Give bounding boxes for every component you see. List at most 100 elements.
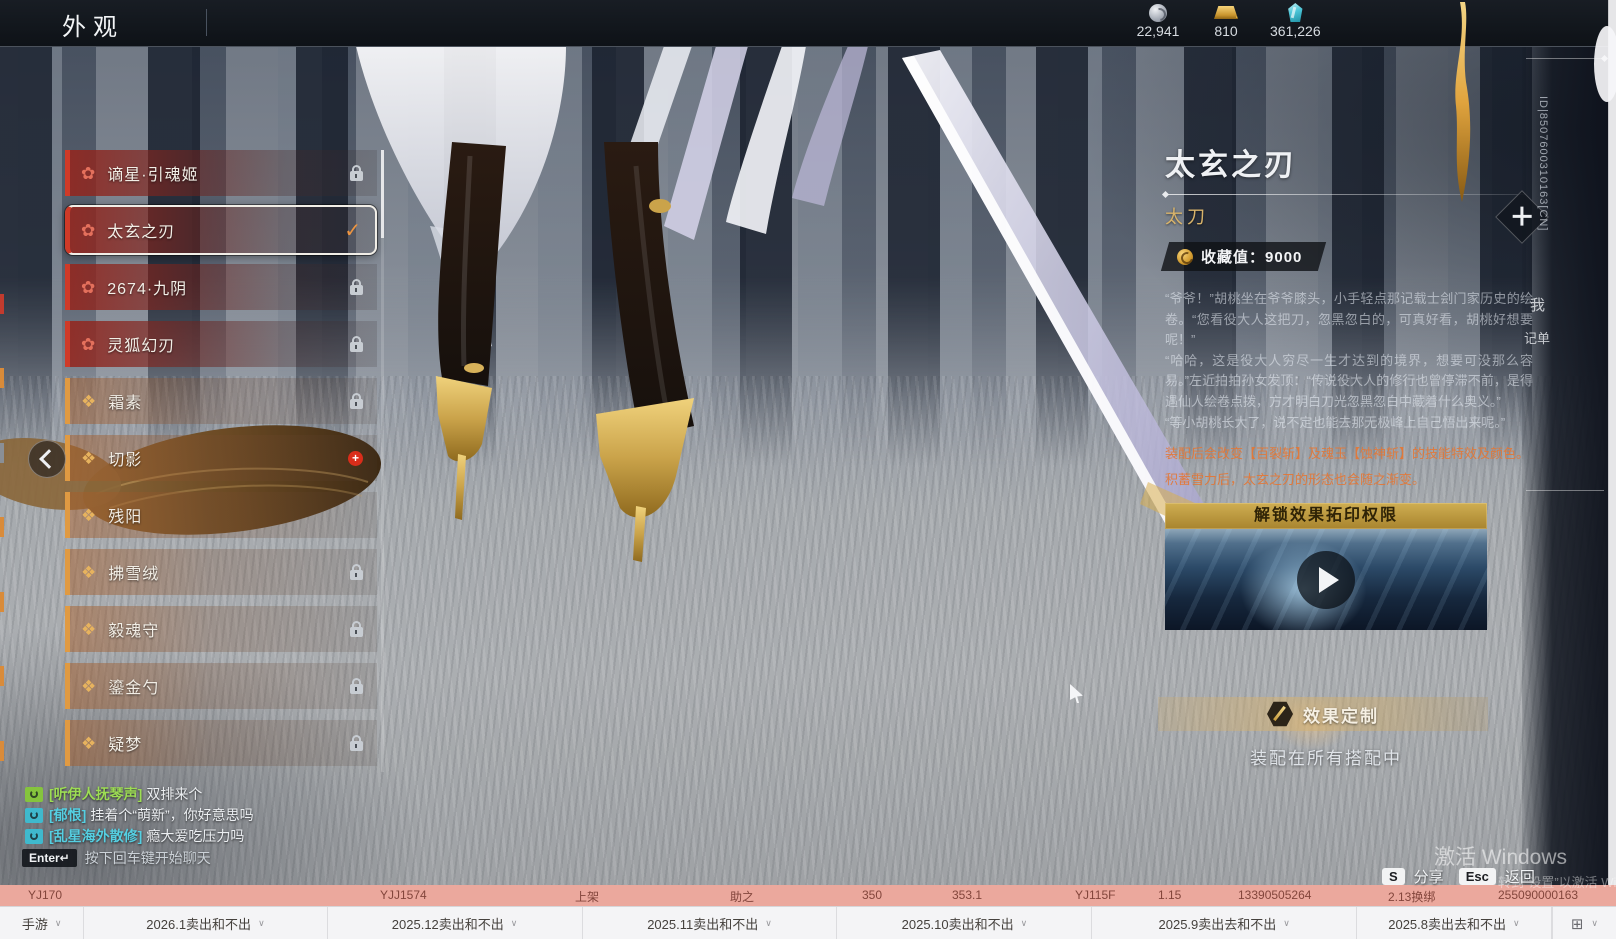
background-text-fragment: 记单	[1524, 328, 1550, 347]
gold-ingot-icon	[1214, 6, 1238, 19]
skin-list-item[interactable]: ❖毅魂守	[65, 606, 377, 652]
skin-item-label: 残阳	[108, 503, 363, 527]
equip-status: 装配在所有搭配中	[1165, 744, 1487, 769]
currency-jade[interactable]: 361,226	[1270, 3, 1321, 39]
background-row-text: YJJ1574	[380, 888, 427, 902]
lock-icon	[350, 285, 363, 295]
collection-value: 9000	[1265, 249, 1302, 266]
background-window-edge	[1608, 0, 1616, 939]
taskbar-tab[interactable]: 手游∨	[0, 907, 84, 939]
chat-message-text: 瘾大爱吃压力吗	[146, 826, 244, 846]
skin-list-item[interactable]: ❖ 拂雪绒	[65, 549, 377, 595]
taskbar-tab-label: 2025.11卖出和不出	[647, 914, 758, 933]
background-row-text: 上架	[575, 888, 599, 905]
skin-list-item[interactable]: ✿灵狐幻刃	[65, 321, 377, 367]
background-row-text: 353.1	[952, 888, 982, 902]
gold-clover-icon: ❖	[81, 678, 96, 695]
bottom-tab-bar: 手游∨2026.1卖出和不出∨2025.12卖出和不出∨2025.11卖出和不出…	[0, 906, 1616, 939]
item-lore: “爷爷！”胡桃坐在爷爷膝头，小手轻点那记载士刽门家历史的绘卷。“您看役大人这把刀…	[1165, 289, 1533, 433]
skin-list-scrollbar[interactable]	[381, 150, 384, 772]
unlock-banner[interactable]: 解锁效果拓印权限	[1165, 503, 1487, 529]
lock-icon	[350, 627, 363, 637]
brush-sword-icon	[1267, 701, 1293, 727]
gold-flame-streak	[1432, 0, 1482, 215]
page-title: 外观	[62, 7, 124, 42]
gold-clover-icon: ❖	[81, 450, 96, 467]
taskbar-tab[interactable]: 2025.8卖出去和不出∨	[1357, 907, 1552, 939]
skin-item-label: 2674·九阴	[107, 275, 350, 299]
gold-clover-icon: ❖	[81, 735, 96, 752]
back-button[interactable]	[28, 440, 66, 478]
taskbar-tab-label: 2025.9卖出去和不出	[1159, 914, 1277, 933]
effect-note-2: 积蓄雪力后，太玄之刃的形态也会随之渐变。	[1165, 470, 1533, 490]
customize-label: 效果定制	[1303, 702, 1379, 727]
background-row-text: 助之	[730, 888, 754, 905]
currency-coin[interactable]: 22,941	[1134, 3, 1182, 39]
chat-sender-name[interactable]: [听伊人抚琴声]	[49, 784, 142, 804]
skin-list-item[interactable]: ✿ 谪星·引魂姬	[65, 150, 377, 196]
gold-clover-icon: ❖	[81, 564, 96, 581]
effect-video-thumbnail[interactable]	[1165, 529, 1487, 630]
edge-line	[1526, 58, 1604, 59]
taskbar-tab-label: 2025.8卖出去和不出	[1388, 914, 1506, 933]
chevron-down-icon: ∨	[1591, 918, 1598, 929]
effect-note-1: 装配后会改变【百裂斩】及魂玉【蚀神斩】的技能特效及颜色。	[1165, 444, 1533, 464]
esc-keycap: Esc	[1459, 868, 1496, 885]
chevron-down-icon: ∨	[1021, 918, 1028, 929]
chat-channel-icon	[25, 808, 43, 823]
left-edge-tick	[0, 741, 4, 761]
collection-coin-icon	[1177, 249, 1193, 265]
scrollbar-thumb[interactable]	[381, 150, 384, 238]
share-label: 分享	[1414, 866, 1444, 887]
background-row-text: 1.15	[1158, 888, 1181, 902]
left-edge-tick	[0, 294, 4, 314]
background-row-text: 350	[862, 888, 882, 902]
coin-icon	[1149, 4, 1167, 22]
background-row-text: YJ170	[28, 888, 62, 902]
red-flower-icon: ✿	[81, 336, 95, 353]
edge-line	[1526, 490, 1604, 491]
chevron-down-icon: ∨	[511, 918, 518, 929]
red-flower-icon: ✿	[81, 279, 95, 296]
taskbar-tab[interactable]: 2025.9卖出去和不出∨	[1092, 907, 1357, 939]
taskbar-tab[interactable]: 2025.12卖出和不出∨	[328, 907, 583, 939]
collection-value-badge: 收藏值：9000	[1161, 242, 1327, 271]
effect-customize-button[interactable]: 效果定制	[1158, 697, 1488, 731]
chat-message: [郁恨]挂着个“萌新”，你好意思吗	[25, 805, 254, 825]
skin-list-item[interactable]: ❖切影+	[65, 435, 377, 481]
chat-enter-hint: Enter↵ 按下回车键开始聊天	[22, 848, 211, 868]
chat-sender-name[interactable]: [郁恨]	[49, 805, 86, 825]
coin-amount: 22,941	[1137, 23, 1180, 39]
play-button[interactable]	[1297, 551, 1355, 609]
skin-item-label: 谪星·引魂姬	[107, 161, 350, 185]
lock-icon	[350, 741, 363, 751]
chat-sender-name[interactable]: [乱星海外散修]	[49, 826, 142, 846]
collection-label: 收藏值：	[1201, 249, 1265, 266]
left-edge-tick	[0, 592, 4, 612]
skin-list-item[interactable]: ❖鎏金勺	[65, 663, 377, 709]
gold-clover-icon: ❖	[81, 393, 96, 410]
skin-list-item[interactable]: ❖疑梦	[65, 720, 377, 766]
skin-list-item[interactable]: ✿太玄之刃✓	[65, 205, 377, 255]
chevron-down-icon: ∨	[765, 918, 772, 929]
background-row-text: 2.13换绑	[1388, 888, 1435, 905]
skin-item-label: 拂雪绒	[108, 560, 350, 584]
enter-hint-text: 按下回车键开始聊天	[85, 848, 211, 868]
currency-gold-ingot[interactable]: 810	[1202, 3, 1250, 39]
new-plus-badge: +	[348, 451, 363, 466]
gold-clover-icon: ❖	[81, 621, 96, 638]
skin-list-item[interactable]: ✿ 2674·九阴	[65, 264, 377, 310]
skin-list-item[interactable]: ❖霜素	[65, 378, 377, 424]
player-id: ID|8507600310163[CN]	[1537, 96, 1549, 231]
taskbar-tab[interactable]: 2025.11卖出和不出 ∨	[583, 907, 838, 939]
chat-message: [听伊人抚琴声]双排来个	[25, 784, 254, 804]
top-bar: 外观	[0, 0, 1608, 47]
skin-list-item[interactable]: ❖残阳	[65, 492, 377, 538]
taskbar-tab[interactable]: 2026.1卖出和不出∨	[84, 907, 327, 939]
taskbar-tab[interactable]: 2025.10卖出和不出∨	[837, 907, 1092, 939]
unlock-preview: 解锁效果拓印权限	[1165, 503, 1487, 630]
red-flower-icon: ✿	[81, 165, 95, 182]
background-text-fragment: 我	[1530, 294, 1545, 315]
taskbar-grid-button[interactable]: ⊞∨	[1552, 907, 1616, 939]
lock-icon	[350, 342, 363, 352]
